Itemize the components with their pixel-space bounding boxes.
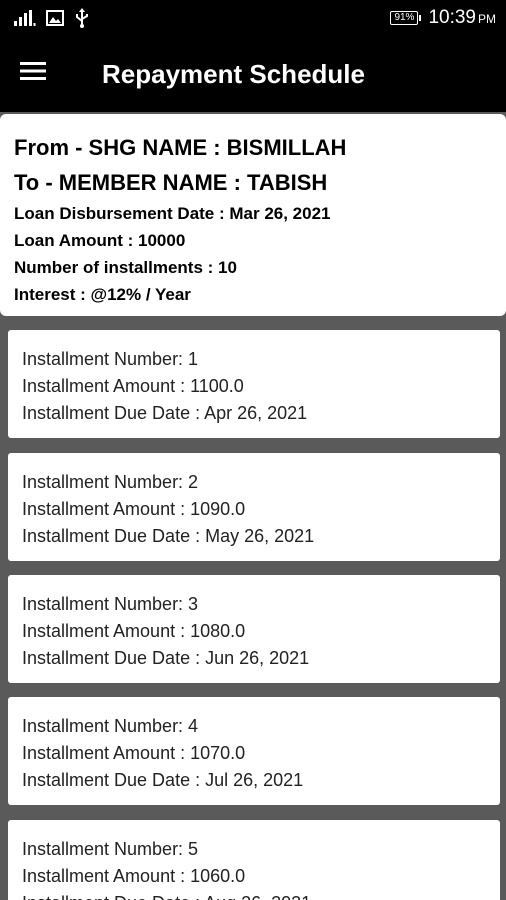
to-member-name: To - MEMBER NAME : TABISH: [14, 170, 328, 195]
installment-card[interactable]: Installment Number: 4 Installment Amount…: [8, 697, 500, 805]
loan-amount: Loan Amount : 10000: [14, 231, 186, 250]
installment-card[interactable]: Installment Number: 1 Installment Amount…: [8, 330, 500, 438]
clock-ampm: PM: [478, 12, 496, 26]
status-icons-right: 91% 10:39 PM: [390, 5, 496, 31]
installment-number: Installment Number: 5: [22, 839, 199, 859]
from-shg-name: From - SHG NAME : BISMILLAH: [14, 135, 347, 160]
number-of-installments: Number of installments : 10: [14, 258, 237, 277]
hamburger-menu-icon: [20, 62, 46, 80]
installment-amount: Installment Amount : 1080.0: [22, 621, 246, 641]
loan-summary-card: From - SHG NAME : BISMILLAH To - MEMBER …: [0, 114, 506, 316]
status-icons-left: [14, 7, 90, 29]
image-icon: [46, 10, 64, 26]
installment-due-date: Installment Due Date : Aug 26, 2021: [22, 890, 486, 900]
installment-number: Installment Number: 1: [22, 349, 199, 369]
installment-due-date: Installment Due Date : Apr 26, 2021: [22, 403, 308, 423]
installment-card[interactable]: Installment Number: 3 Installment Amount…: [8, 575, 500, 683]
installment-amount: Installment Amount : 1060.0: [22, 866, 246, 886]
installment-due-date: Installment Due Date : May 26, 2021: [22, 526, 315, 546]
menu-button[interactable]: [20, 60, 54, 88]
installment-card[interactable]: Installment Number: 5 Installment Amount…: [8, 820, 500, 900]
clock: 10:39 PM: [428, 7, 496, 29]
installment-number: Installment Number: 2: [22, 472, 199, 492]
usb-icon: [76, 8, 88, 28]
installment-amount: Installment Amount : 1090.0: [22, 499, 246, 519]
battery-icon: 91%: [390, 11, 422, 25]
installment-number: Installment Number: 4: [22, 716, 199, 736]
page-title: Repayment Schedule: [102, 59, 365, 89]
clock-time: 10:39: [428, 7, 476, 28]
installment-card[interactable]: Installment Number: 2 Installment Amount…: [8, 453, 500, 561]
installment-due-date: Installment Due Date : Jul 26, 2021: [22, 770, 304, 790]
interest-rate: Interest : @12% / Year: [14, 285, 191, 304]
installment-amount: Installment Amount : 1070.0: [22, 743, 246, 763]
installment-amount: Installment Amount : 1100.0: [22, 376, 244, 396]
installment-due-date: Installment Due Date : Jun 26, 2021: [22, 648, 310, 668]
status-bar: 91% 10:39 PM: [0, 0, 506, 36]
app-bar: Repayment Schedule: [0, 36, 506, 112]
installment-number: Installment Number: 3: [22, 594, 199, 614]
signal-icon: [14, 10, 36, 26]
installment-list[interactable]: Installment Number: 1 Installment Amount…: [0, 316, 506, 900]
loan-disbursement-date: Loan Disbursement Date : Mar 26, 2021: [14, 204, 331, 223]
